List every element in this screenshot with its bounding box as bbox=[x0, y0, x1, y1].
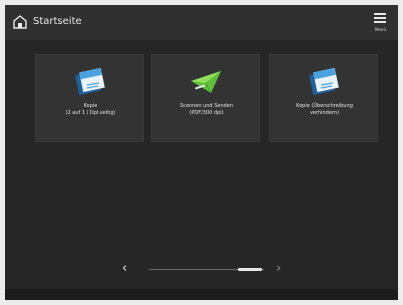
page-indicator-current bbox=[238, 268, 262, 271]
header-bar: Startseite Menü bbox=[5, 5, 398, 40]
next-page-button[interactable]: › bbox=[276, 262, 281, 276]
tile-copy-2in1[interactable]: Kopie (2 auf 1 / Dpl.seitig) bbox=[35, 54, 144, 142]
tile-label: Kopie (Überschreibung verhindern) bbox=[296, 103, 353, 116]
hamburger-icon bbox=[374, 13, 386, 23]
tile-copy-overwrite[interactable]: Kopie (Überschreibung verhindern) bbox=[269, 54, 378, 142]
tile-label: Scannen und Senden (PDF/300 dpi) bbox=[179, 103, 234, 116]
copy-icon bbox=[75, 67, 105, 96]
page-title: Startseite bbox=[33, 16, 82, 27]
home-icon[interactable] bbox=[13, 15, 27, 29]
status-bar bbox=[5, 289, 398, 300]
tile-label: Kopie (2 auf 1 / Dpl.seitig) bbox=[65, 103, 116, 116]
copy-icon bbox=[309, 67, 339, 96]
menu-button[interactable]: Menü bbox=[367, 9, 394, 36]
scan-send-icon bbox=[191, 71, 221, 93]
screen: Startseite Menü Kopie (2 auf 1 / Dpl.sei… bbox=[5, 5, 398, 300]
tile-scan-send[interactable]: Scannen und Senden (PDF/300 dpi) bbox=[151, 54, 260, 142]
app-grid: Kopie (2 auf 1 / Dpl.seitig) Scannen und… bbox=[5, 40, 398, 260]
menu-label: Menü bbox=[375, 27, 386, 32]
pager: ‹ › bbox=[5, 259, 398, 285]
previous-page-button[interactable]: ‹ bbox=[122, 262, 127, 276]
